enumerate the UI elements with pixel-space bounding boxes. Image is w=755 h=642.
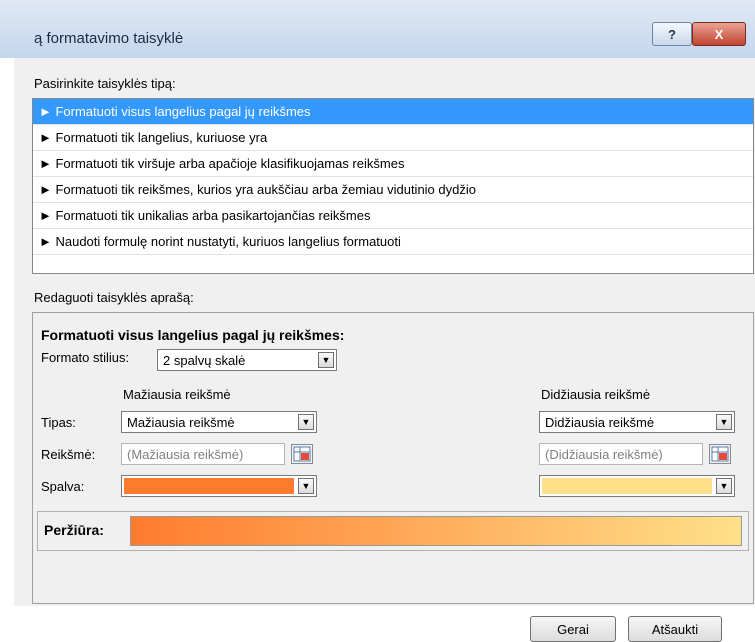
rule-item[interactable]: ► Formatuoti tik unikalias arba pasikart… bbox=[33, 203, 753, 229]
min-value-placeholder: (Mažiausia reikšmė) bbox=[127, 447, 244, 462]
rule-item[interactable]: ► Naudoti formulę norint nustatyti, kuri… bbox=[33, 229, 753, 255]
rule-description-panel: Formatuoti visus langelius pagal jų reik… bbox=[32, 312, 754, 604]
format-style-value: 2 spalvų skalė bbox=[163, 353, 246, 368]
max-type-select[interactable]: Didžiausia reikšmė ▼ bbox=[539, 411, 735, 433]
preview-label: Peržiūra: bbox=[44, 522, 104, 538]
max-column-header: Didžiausia reikšmė bbox=[541, 387, 651, 402]
close-button[interactable]: X bbox=[692, 22, 746, 46]
chevron-down-icon[interactable]: ▼ bbox=[298, 478, 314, 494]
format-style-select[interactable]: 2 spalvų skalė ▼ bbox=[157, 349, 337, 371]
min-type-value: Mažiausia reikšmė bbox=[127, 415, 235, 430]
min-color-swatch bbox=[124, 478, 294, 494]
max-value-input[interactable]: (Didžiausia reikšmė) bbox=[539, 443, 703, 465]
cancel-button[interactable]: Atšaukti bbox=[628, 616, 722, 642]
format-style-label: Formato stilius: bbox=[41, 350, 130, 365]
min-type-select[interactable]: Mažiausia reikšmė ▼ bbox=[121, 411, 317, 433]
type-label: Tipas: bbox=[41, 415, 76, 430]
max-type-value: Didžiausia reikšmė bbox=[545, 415, 655, 430]
max-color-swatch bbox=[542, 478, 712, 494]
rule-type-label: Pasirinkite taisyklės tipą: bbox=[34, 76, 176, 91]
help-button[interactable]: ? bbox=[652, 22, 692, 46]
max-color-select[interactable]: ▼ bbox=[539, 475, 735, 497]
rule-item[interactable]: ► Formatuoti visus langelius pagal jų re… bbox=[33, 99, 753, 125]
rule-item[interactable]: ► Formatuoti tik viršuje arba apačioje k… bbox=[33, 151, 753, 177]
chevron-down-icon[interactable]: ▼ bbox=[298, 414, 314, 430]
chevron-down-icon[interactable]: ▼ bbox=[716, 478, 732, 494]
ok-button[interactable]: Gerai bbox=[530, 616, 616, 642]
rule-item[interactable]: ► Formatuoti tik reikšmes, kurios yra au… bbox=[33, 177, 753, 203]
color-label: Spalva: bbox=[41, 479, 85, 494]
rule-type-list[interactable]: ► Formatuoti visus langelius pagal jų re… bbox=[32, 98, 754, 274]
max-value-placeholder: (Didžiausia reikšmė) bbox=[545, 447, 663, 462]
edit-description-label: Redaguoti taisyklės aprašą: bbox=[34, 290, 194, 305]
value-label: Reikšmė: bbox=[41, 447, 96, 462]
min-column-header: Mažiausia reikšmė bbox=[123, 387, 231, 402]
preview-area: Peržiūra: bbox=[37, 511, 749, 551]
title-bar: ą formatavimo taisyklė ? X bbox=[0, 0, 755, 58]
min-color-select[interactable]: ▼ bbox=[121, 475, 317, 497]
window-title: ą formatavimo taisyklė bbox=[34, 30, 184, 47]
cell-reference-icon[interactable] bbox=[291, 444, 313, 464]
chevron-down-icon[interactable]: ▼ bbox=[318, 352, 334, 368]
description-heading: Formatuoti visus langelius pagal jų reik… bbox=[41, 327, 345, 343]
chevron-down-icon[interactable]: ▼ bbox=[716, 414, 732, 430]
min-value-input[interactable]: (Mažiausia reikšmė) bbox=[121, 443, 285, 465]
rule-item[interactable]: ► Formatuoti tik langelius, kuriuose yra bbox=[33, 125, 753, 151]
preview-gradient-bar bbox=[130, 516, 742, 546]
cell-reference-icon[interactable] bbox=[709, 444, 731, 464]
dialog-body: Pasirinkite taisyklės tipą: ► Formatuoti… bbox=[14, 58, 755, 642]
